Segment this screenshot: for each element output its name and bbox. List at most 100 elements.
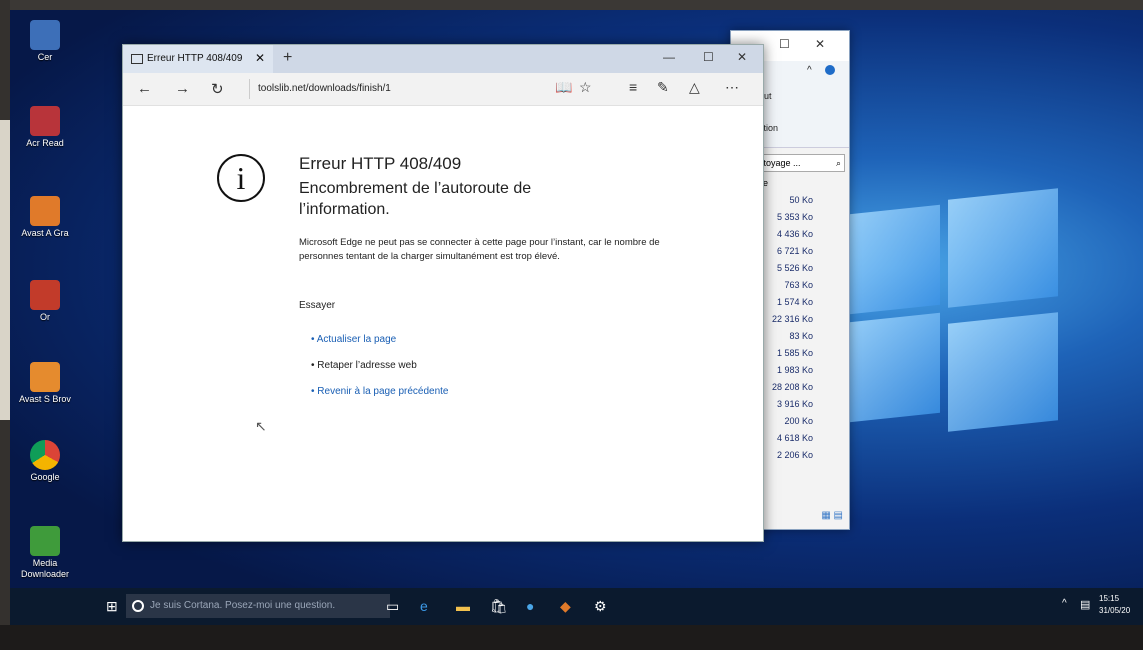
desktop-icon-label: Media Downloader	[20, 558, 70, 579]
desktop-icon-label: Avast A Gra	[21, 228, 69, 238]
desktop-icon-label: Or	[40, 312, 50, 322]
file-size: 2 206 Ko	[776, 450, 813, 460]
file-size: 6 721 Ko	[776, 246, 813, 256]
back-arrow-icon[interactable]: ←	[137, 80, 152, 97]
monitor-bezel-bottom	[0, 625, 1143, 650]
cortana-placeholder: Je suis Cortana. Posez-moi une question.	[150, 600, 336, 611]
windows-logo-wallpaper	[840, 188, 1070, 450]
favorite-star-icon[interactable]: ☆	[579, 79, 592, 96]
taskbar: ⊞ Je suis Cortana. Posez-moi une questio…	[10, 588, 1143, 625]
cortana-search-box[interactable]: Je suis Cortana. Posez-moi une question.	[126, 594, 390, 618]
file-size: 1 574 Ko	[776, 297, 813, 307]
desktop-icon-avast-antivirus[interactable]: Avast A Gra	[10, 196, 80, 239]
clock-time: 15:15	[1099, 594, 1120, 603]
file-size: 5 353 Ko	[776, 212, 813, 222]
error-subtitle: Encombrement de l’autoroute de l’informa…	[299, 180, 532, 218]
web-note-icon[interactable]: ✎	[657, 79, 669, 96]
desk-background	[0, 120, 10, 420]
file-size: 22 316 Ko	[771, 314, 813, 324]
reading-view-icon[interactable]: 📖	[555, 79, 572, 96]
maximize-icon[interactable]: ☐	[703, 50, 714, 64]
hub-icon[interactable]: ≡	[629, 79, 637, 95]
search-text: ttoyage ...	[761, 158, 801, 168]
minimize-icon[interactable]: —	[663, 50, 675, 64]
tab-bar: Erreur HTTP 408/409 ✕ + — ☐ ✕	[123, 45, 763, 73]
new-tab-icon[interactable]: +	[283, 49, 292, 67]
share-icon[interactable]: △	[689, 79, 700, 96]
help-icon[interactable]	[825, 65, 835, 75]
chevron-up-icon[interactable]: ^	[807, 65, 812, 76]
desktop-icon-cer[interactable]: Cer	[10, 20, 80, 63]
error-title: Erreur HTTP 408/409	[299, 154, 462, 173]
file-size: 1 585 Ko	[776, 348, 813, 358]
refresh-page-link[interactable]: • Actualiser la page	[311, 334, 396, 345]
file-size: 28 208 Ko	[771, 382, 813, 392]
navigation-bar: ← → ↻ toolslib.net/downloads/finish/1 📖 …	[123, 73, 763, 106]
tab-active[interactable]: Erreur HTTP 408/409 ✕	[123, 45, 273, 73]
avast-browser-icon	[30, 362, 60, 392]
mouse-cursor-icon: ↖	[255, 418, 267, 434]
file-size: 83 Ko	[789, 331, 813, 341]
error-page: i Erreur HTTP 408/409 Encombrement de l’…	[123, 106, 763, 542]
avast-taskbar-icon[interactable]: ◆	[560, 598, 571, 615]
store-taskbar-icon[interactable]: 🛍	[490, 598, 508, 615]
maximize-icon[interactable]: ☐	[779, 37, 790, 51]
option-label: Revenir à la page précédente	[317, 386, 449, 397]
close-icon[interactable]: ✕	[815, 37, 825, 51]
address-bar[interactable]: toolslib.net/downloads/finish/1	[249, 79, 548, 99]
retype-address-item: • Retaper l’adresse web	[311, 360, 417, 371]
media-downloader-icon	[30, 526, 60, 556]
view-mode-icons[interactable]: ▦ ▤	[821, 510, 843, 521]
file-size: 5 526 Ko	[776, 263, 813, 273]
file-explorer-taskbar-icon[interactable]: ▬	[456, 598, 470, 614]
system-clock[interactable]: 15:15 31/05/20	[1099, 593, 1143, 617]
chrome-icon	[30, 440, 60, 470]
close-tab-icon[interactable]: ✕	[255, 51, 265, 65]
cortana-icon	[132, 600, 144, 612]
file-size: 3 916 Ko	[776, 399, 813, 409]
file-size: 1 983 Ko	[776, 365, 813, 375]
go-back-link[interactable]: • Revenir à la page précédente	[311, 386, 448, 397]
desktop-icon-label: Cer	[37, 52, 53, 62]
edge-taskbar-icon[interactable]: e	[420, 598, 428, 614]
explorer-search-box[interactable]: ttoyage ... ⌕	[757, 154, 845, 172]
desktop-icon-acrobat-reader[interactable]: Acr Read	[10, 106, 80, 149]
file-size: 50 Ko	[789, 195, 813, 205]
chevron-up-icon[interactable]: ^	[1062, 598, 1067, 609]
file-size: 763 Ko	[784, 280, 813, 290]
acrobat-icon	[30, 106, 60, 136]
task-view-icon[interactable]: ▭	[386, 598, 399, 615]
avast-icon	[30, 196, 60, 226]
desktop-icon-label: Avast S Brov	[19, 394, 71, 404]
file-size: 4 436 Ko	[776, 229, 813, 239]
app-icon	[30, 280, 60, 310]
info-icon: i	[217, 154, 265, 202]
desktop-icon-media-downloader[interactable]: Media Downloader	[10, 526, 80, 580]
desktop-icon-or[interactable]: Or	[10, 280, 80, 323]
clock-date: 31/05/20	[1099, 606, 1131, 615]
file-size: 4 618 Ko	[776, 433, 813, 443]
app-icon	[30, 20, 60, 50]
desktop-icon-label: Acr Read	[26, 138, 64, 148]
desktop-icon-google-chrome[interactable]: Google	[10, 440, 80, 483]
edge-browser-window[interactable]: Erreur HTTP 408/409 ✕ + — ☐ ✕ ← → ↻ tool…	[122, 44, 764, 542]
search-icon[interactable]: ⌕	[836, 155, 841, 171]
try-label: Essayer	[299, 300, 336, 311]
notification-icon[interactable]: ▤	[1080, 598, 1090, 611]
option-label: Retaper l’adresse web	[317, 360, 417, 371]
start-windows-icon[interactable]: ⊞	[106, 598, 118, 615]
page-icon	[131, 54, 143, 64]
more-actions-icon[interactable]: ⋯	[725, 79, 739, 96]
tab-title: Erreur HTTP 408/409	[147, 53, 243, 64]
settings-gear-icon[interactable]: ⚙	[594, 598, 607, 615]
refresh-icon[interactable]: ↻	[211, 80, 224, 98]
file-size: 200 Ko	[784, 416, 813, 426]
close-icon[interactable]: ✕	[737, 50, 747, 64]
desktop-icon-label: Google	[30, 472, 60, 482]
globe-taskbar-icon[interactable]: ●	[526, 598, 534, 614]
column-header[interactable]: le	[761, 178, 849, 188]
error-description: Microsoft Edge ne peut pas se connecter …	[299, 237, 660, 262]
desktop-icon-avast-browser[interactable]: Avast S Brov	[10, 362, 80, 405]
forward-arrow-icon[interactable]: →	[175, 80, 190, 97]
option-label: Actualiser la page	[316, 334, 397, 345]
